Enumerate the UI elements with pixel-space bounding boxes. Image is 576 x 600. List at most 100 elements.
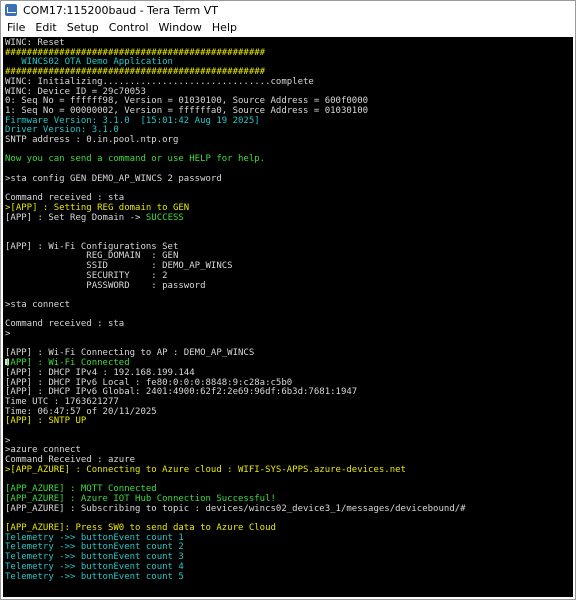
tera-term-app-icon[interactable]: [5, 4, 17, 16]
terminal-text: [APP] : DHCP IPv4 : 192.168.199.144: [5, 367, 195, 378]
terminal-line: [APP_AZURE] : Azure IOT Hub Connection S…: [5, 494, 276, 504]
terminal-text: 1: Seq No = 00000002, Version = ffffffa0…: [5, 105, 369, 116]
terminal-text: [APP_AZURE]: Press SW0 to send data to A…: [5, 523, 276, 533]
window-title: COM17:115200baud - Tera Term VT: [23, 3, 218, 17]
title-bar[interactable]: COM17:115200baud - Tera Term VT: [1, 1, 575, 19]
terminal-line: Command received : sta: [5, 193, 124, 203]
terminal-line: Command Received : azure: [5, 455, 135, 465]
terminal-text: ########################################…: [5, 47, 266, 58]
terminal-text: SUCCESS: [145, 212, 184, 223]
terminal-line: >[APP_AZURE] : Connecting to Azure cloud…: [5, 465, 406, 475]
menu-setup[interactable]: Setup: [67, 21, 99, 34]
menu-edit[interactable]: Edit: [35, 21, 56, 34]
terminal-text: WINC: Device ID = 29c70053: [5, 86, 146, 97]
terminal-text: [APP] : Wi-Fi Configurations Set: [5, 241, 179, 252]
terminal-text: [APP_AZURE] : MQTT Connected: [5, 484, 157, 495]
terminal-text: SSID : DEMO_AP_WINCS: [5, 261, 233, 272]
terminal-text: [APP] : Set Reg Domain ->: [5, 212, 146, 223]
terminal-line: [APP_AZURE]: Press SW0 to send data to A…: [5, 523, 276, 533]
terminal-line: SNTP address : 0.in.pool.ntp.org: [5, 135, 178, 145]
terminal-text: Command Received : azure: [5, 455, 136, 466]
terminal-line: Telemetry ->> buttonEvent count 3: [5, 552, 184, 562]
terminal-line: ########################################…: [5, 48, 265, 58]
terminal-text: WINCS02 OTA Demo Application: [5, 57, 173, 68]
terminal-line: WINC: Device ID = 29c70053: [5, 87, 146, 97]
terminal-line: Time: 06:47:57 of 20/11/2025: [5, 407, 157, 417]
terminal-text: WINC: Reset: [5, 38, 65, 48]
terminal-text: Driver Version: 3.1.0: [5, 125, 119, 136]
terminal-text: WINC: Initializing......................…: [5, 76, 314, 87]
terminal-text: PASSWORD : password: [5, 280, 206, 291]
terminal-line: Telemetry ->> buttonEvent count 2: [5, 542, 184, 552]
terminal-text: Now you can send a command or use HELP f…: [5, 154, 266, 165]
terminal-line: Telemetry ->> buttonEvent count 5: [5, 572, 184, 582]
terminal-text: >[APP_AZURE] : Connecting to Azure cloud…: [5, 464, 406, 475]
menu-file[interactable]: File: [7, 21, 25, 34]
terminal-text: >azure connect: [5, 445, 81, 456]
terminal-line: [APP] : DHCP IPv4 : 192.168.199.144: [5, 368, 195, 378]
menu-help[interactable]: Help: [212, 21, 237, 34]
terminal-line: Telemetry ->> buttonEvent count 1: [5, 533, 184, 543]
terminal-text: Telemetry ->> buttonEvent count 3: [5, 552, 184, 563]
terminal-line: REG_DOMAIN : GEN: [5, 251, 178, 261]
terminal-line: [APP] : DHCP IPv6 Local : fe80:0:0:0:884…: [5, 378, 292, 388]
menu-control[interactable]: Control: [109, 21, 149, 34]
terminal-line: [APP] : Wi-Fi Connecting to AP : DEMO_AP…: [5, 348, 254, 358]
terminal-line: WINCS02 OTA Demo Application: [5, 57, 173, 67]
terminal-text: [APP_AZURE] : Azure IOT Hub Connection S…: [5, 493, 276, 504]
terminal-line: PASSWORD : password: [5, 281, 205, 291]
terminal-text: Command received : sta: [5, 193, 125, 204]
terminal-line: >azure connect: [5, 445, 81, 455]
terminal-text: ########################################…: [5, 67, 266, 78]
terminal-line: >sta config GEN DEMO_AP_WINCS 2 password: [5, 174, 222, 184]
terminal-line: >: [5, 329, 10, 339]
terminal-line: >sta connect: [5, 300, 70, 310]
terminal-text: [APP] : Wi-Fi Connecting to AP : DEMO_AP…: [5, 348, 255, 359]
terminal-text: [APP] : SNTP UP: [5, 416, 87, 427]
terminal-line: Now you can send a command or use HELP f…: [5, 154, 265, 164]
terminal-line: [APP_AZURE] : MQTT Connected: [5, 484, 157, 494]
menu-bar: File Edit Setup Control Window Help: [1, 19, 575, 36]
terminal-output[interactable]: WINC: Reset #############################…: [3, 37, 573, 597]
terminal-line: [APP] : Wi-Fi Connected: [5, 358, 130, 368]
terminal-text: Time: 06:47:57 of 20/11/2025: [5, 406, 157, 417]
terminal-text: Telemetry ->> buttonEvent count 1: [5, 532, 184, 543]
terminal-text: [APP] : DHCP IPv6 Local : fe80:0:0:0:884…: [5, 377, 293, 388]
terminal-line: WINC: Reset: [5, 38, 65, 48]
terminal-text: SECURITY : 2: [5, 270, 168, 281]
terminal-text: [APP] : Wi-Fi Connected: [5, 358, 130, 369]
terminal-line: Command received : sta: [5, 319, 124, 329]
terminal-text: >sta connect: [5, 299, 71, 310]
terminal-text: >sta config GEN DEMO_AP_WINCS 2 password: [5, 173, 222, 184]
terminal-text: Telemetry ->> buttonEvent count 5: [5, 571, 184, 582]
terminal-text: Command received : sta: [5, 319, 125, 330]
menu-window[interactable]: Window: [159, 21, 202, 34]
terminal-line: >: [5, 436, 10, 446]
terminal-text: REG_DOMAIN : GEN: [5, 251, 179, 262]
terminal-line: >[APP] : Setting REG domain to GEN: [5, 203, 189, 213]
terminal-line: SECURITY : 2: [5, 270, 168, 281]
terminal-text: >[APP] : Setting REG domain to GEN: [5, 202, 190, 213]
terminal-line: Time UTC : 1763621277: [5, 397, 119, 407]
terminal-line: Telemetry ->> buttonEvent count 4: [5, 562, 184, 572]
terminal-text: [APP_AZURE] : Subscribing to topic : dev…: [5, 503, 466, 514]
terminal-line: 1: Seq No = 00000002, Version = ffffffa0…: [5, 106, 368, 116]
terminal-line: ########################################…: [5, 67, 265, 77]
terminal-text: Telemetry ->> buttonEvent count 4: [5, 561, 184, 572]
terminal-text: Time UTC : 1763621277: [5, 396, 119, 407]
terminal-text: >: [5, 435, 11, 446]
terminal-text: [APP] : DHCP IPv6 Global: 2401:4900:62f2…: [5, 387, 358, 398]
terminal-text: >: [5, 329, 11, 339]
terminal-text: Firmware Version: 3.1.0 [15:01:42 Aug 19…: [5, 115, 260, 126]
terminal-line: [APP] : SNTP UP: [5, 416, 86, 426]
terminal-line: SSID : DEMO_AP_WINCS: [5, 261, 233, 272]
terminal-line: Firmware Version: 3.1.0 [15:01:42 Aug 19…: [5, 116, 260, 126]
terminal-text: SNTP address : 0.in.pool.ntp.org: [5, 135, 179, 145]
terminal-line: [APP_AZURE] : Subscribing to topic : dev…: [5, 504, 466, 514]
terminal-line: WINC: Initializing......................…: [5, 77, 314, 87]
terminal-line: [APP] : Set Reg Domain -> SUCCESS: [5, 213, 184, 223]
terminal-line: [APP] : DHCP IPv6 Global: 2401:4900:62f2…: [5, 387, 357, 397]
terminal-text: 0: Seq No = ffffff98, Version = 01030100…: [5, 96, 369, 107]
terminal-line: [APP] : Wi-Fi Configurations Set: [5, 242, 178, 252]
terminal-line: Driver Version: 3.1.0: [5, 125, 119, 135]
